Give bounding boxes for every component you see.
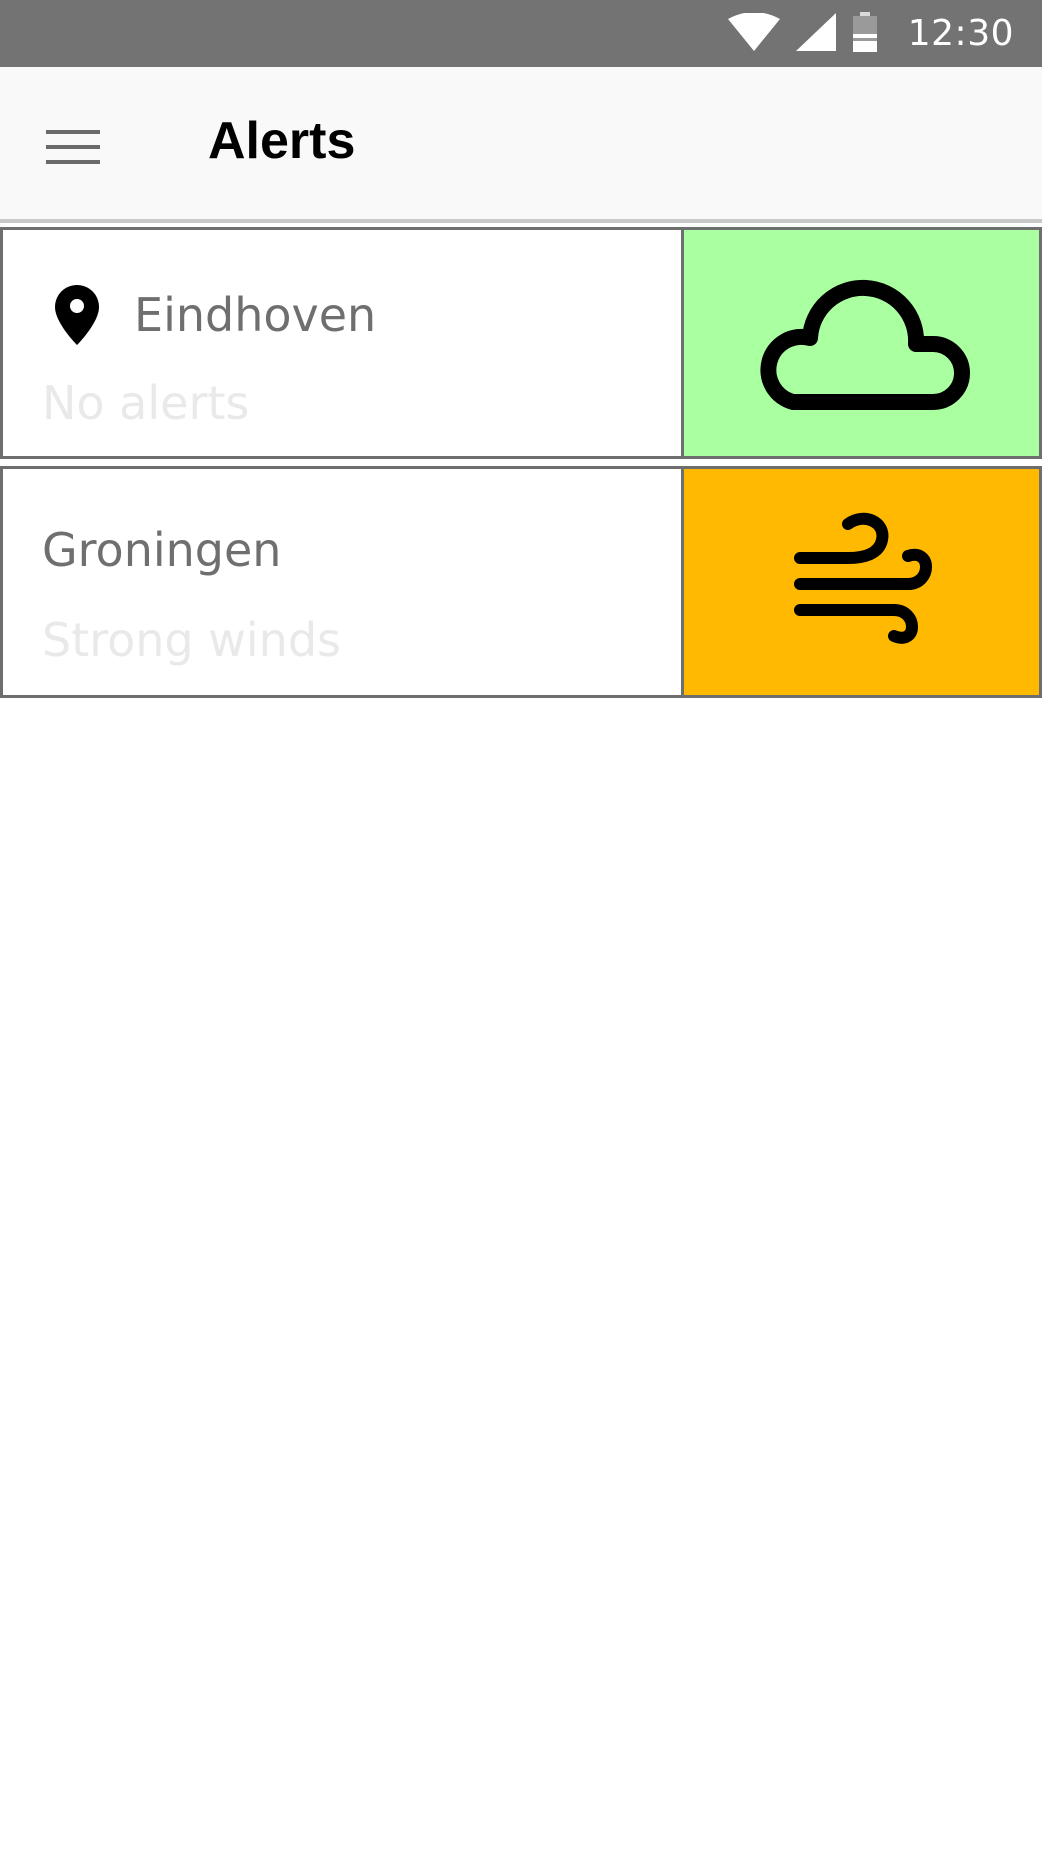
menu-button[interactable] <box>46 122 116 178</box>
alert-info: Eindhoven No alerts <box>3 230 684 456</box>
alert-city: Eindhoven <box>134 288 377 342</box>
alert-info: Groningen Strong winds <box>3 469 684 695</box>
wifi-icon <box>727 11 780 55</box>
app-bar: Alerts <box>0 67 1042 223</box>
menu-icon <box>46 130 100 170</box>
status-icons: 12:30 <box>727 0 1014 67</box>
alert-row-eindhoven[interactable]: Eindhoven No alerts <box>0 227 1042 459</box>
battery-icon <box>852 11 878 56</box>
signal-icon <box>795 12 836 55</box>
weather-tile <box>684 469 1039 695</box>
weather-tile <box>684 230 1039 456</box>
alert-city: Groningen <box>42 523 282 577</box>
cloud-icon <box>747 266 977 420</box>
alert-list: Eindhoven No alerts Groningen Strong win… <box>0 227 1042 698</box>
alert-status: Strong winds <box>42 613 341 667</box>
location-pin-icon <box>55 285 99 345</box>
page-title: Alerts <box>208 112 356 170</box>
alert-row-groningen[interactable]: Groningen Strong winds <box>0 466 1042 698</box>
status-time: 12:30 <box>907 13 1014 54</box>
alert-status: No alerts <box>42 376 250 430</box>
status-bar: 12:30 <box>0 0 1042 67</box>
wind-icon <box>782 500 942 664</box>
